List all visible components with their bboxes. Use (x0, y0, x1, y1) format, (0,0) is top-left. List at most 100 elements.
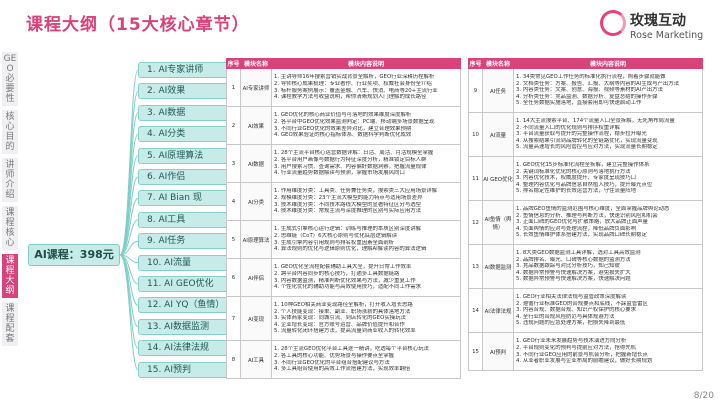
description-line: 1. GEO行业未来发展趋势与技术演进方向分析 (516, 338, 627, 345)
header-no: 序号 (226, 58, 241, 69)
row-number: 15 (468, 332, 483, 371)
module-name: AI原理算法 (240, 220, 272, 259)
mindmap-topic[interactable]: 11. AI GEO优化 (138, 276, 234, 292)
description-line: 1. 作用维度分类：工具类、任务兼任务类，搜索类三大应用场景详解 (274, 188, 438, 195)
row-number: 4 (226, 182, 241, 221)
table-row: 13 AI数据监测 1. 8大类GEO数据监测工具详解，选对工具高效监测 2. 品牌排… (468, 244, 703, 289)
table-row: 2 AI效果 1. GEO优化的核心商业价值与可落地的效果维度深度解析 2. 各平台中… (226, 106, 461, 145)
mindmap-topic[interactable]: 3. AI数据 (138, 104, 234, 121)
mindmap-root[interactable]: AI课程：398元 (28, 244, 120, 266)
row-number: 5 (226, 220, 241, 259)
description-line: 3. 竞品数据跟踪与对比分析技巧，知己知彼 (516, 263, 620, 270)
description-line: 4. 技术维度分类：常规主流与深度推理的区别与实际应用方法 (274, 208, 422, 215)
mindmap-topic[interactable]: 2. AI效果 (138, 83, 234, 100)
row-number: 14 (468, 288, 483, 333)
mindmap-topic[interactable]: 15. AI预判 (138, 361, 234, 378)
description-line: 3. 用户搜索习惯、查询需求、内容偏好数据洞察，把握流量规律 (274, 163, 427, 170)
module-description: 1. 作用维度分类：工具类、任务兼任务类，搜索类三大应用场景详解 2. 规模维度分… (271, 182, 461, 221)
description-line: 2. 品牌排名、曝光、口碑等核心数据的监测方法 (516, 256, 631, 263)
mindmap-topic[interactable]: 1. AI专家讲师 (138, 62, 234, 78)
description-line: 3. 不同行业GEO应用的前景与机会分析，把握新增长点 (516, 351, 648, 358)
module-name: AI效果 (240, 106, 272, 145)
table-row: 3 AI数据 1. 28个主流平台核心运营数据详解：日活、周活、月活规模全掌握 2. … (226, 144, 461, 183)
header-name: 模块名称 (482, 58, 514, 69)
mindmap-topic[interactable]: 7. AI Bian 现 (138, 190, 234, 207)
description-line: 2. 文档类任务：方案、报告、汇报、大纲等内容的AI生成与产出方法 (516, 80, 680, 87)
description-line: 1. 生成式引擎核心运行逻辑：训练与推理的本质区别深度讲解 (274, 226, 422, 233)
module-name: AI变现 (240, 296, 272, 341)
table-row: 5 AI原理算法 1. 生成式引擎核心运行逻辑：训练与推理的本质区别深度讲解 2. 思… (226, 220, 461, 259)
row-number: 10 (468, 112, 483, 157)
description-line: 3. 不同行业GEO优化的效果差异对比，建立合理效果预期 (274, 125, 412, 132)
description-line: 1. 主讲导师16年搜索营销实战背景全解析，GEO行业深耕历程解析 (274, 74, 435, 81)
row-number: 7 (226, 296, 241, 341)
table-row: 1 AI专家讲师 1. 主讲导师16年搜索营销实战背景全解析，GEO行业深耕历程解析… (226, 68, 461, 107)
table-row: 10 AI流量 1. 14大主流搜索平台、174个流量入口全景拆解，无死角布局流量 2… (468, 112, 703, 157)
description-line: 2. 导师核心成果梳理：专业著作、行业奖项、权威社会身份全介绍 (274, 80, 432, 87)
description-line: 5. 流量转化闭环搭建方法，提高流量到商业收入的转化效率 (274, 328, 416, 335)
description-line: 2. 各平台中GEO优化效果监测判定：PC端、移动端多场景数据呈现 (274, 118, 435, 125)
module-name: AI鱼情（舆情） (482, 200, 514, 245)
description-line: 5. 排名稳定性维护的长效运营方法，守住流量阵地 (516, 188, 637, 195)
module-name: AI专家讲师 (240, 68, 272, 107)
description-line: 1. GEO优化的核心商业价值与可落地的效果维度深度解析 (274, 112, 412, 119)
mindmap-topic[interactable]: 12. AI YQ（鱼情） (138, 297, 234, 314)
connector-line (119, 254, 139, 371)
module-description: 1. 28个主流GEO优化平台工具逐一精讲，吃透每个平台核心玩法 2. 各工具的核… (271, 340, 461, 379)
header-desc: 模块内容说明 (271, 58, 461, 69)
mindmap-topic[interactable]: 13. AI数据监测 (138, 318, 234, 335)
module-name: AI任务 (482, 68, 514, 113)
description-line: 3. 平台流量获取与提升的完整操作流程，稳步拉升曝光 (516, 131, 647, 138)
table-row: 7 AI变现 1. 10种GEO相关商业变现路径全解析，打开收入增长思路 2. 个人技… (226, 296, 461, 341)
description-line: 5. 流量高速增长的风险管控与应对方法，实现流量长期稳定 (516, 144, 658, 151)
mindmap-topic[interactable]: 10. AI流量 (138, 254, 234, 271)
row-number: 3 (226, 144, 241, 183)
description-line: 4. 从搜索结果引流到品牌转化的全链路优化，实现流量变现 (516, 137, 658, 144)
mindmap-topic[interactable]: 8. AI工具 (138, 211, 234, 228)
description-line: 4. 分析类任务：竞品监测、数据分析、复盘总结的操作步骤 (516, 93, 658, 100)
description-line: 5. 全任务数据实施落地，直接套用即可快速启动工作 (516, 100, 642, 107)
description-line: 2. 不同流量入口的优化规则与排序权重详解 (516, 124, 620, 131)
module-description: 1. GEO优化的核心商业价值与可落地的效果维度深度解析 2. 各平台中GEO优化… (271, 106, 461, 145)
description-line: 2. 遵循行业标准GEO的合规要点和底线，不踩监管雷区 (516, 300, 648, 307)
description-line: 2. 各工具的核心功能、优势场景与操作要点全掌握 (274, 352, 395, 359)
module-name: AI工具 (240, 340, 272, 379)
module-name: AI流量 (482, 112, 514, 157)
table-row: 8 AI工具 1. 28个主流GEO优化平台工具逐一精讲，吃透每个平台核心玩法 2. … (226, 340, 461, 379)
mindmap-topic[interactable]: 9. AI任务 (138, 233, 234, 250)
description-line: 3. 内容数据监测，精准判断优化效果与方法，减少重复工作 (274, 277, 416, 284)
row-number: 11 (468, 156, 483, 201)
outline-table-left: 序号 模块名称 模块内容说明 1 AI专家讲师 1. 主讲导师16年搜索营销实战背景… (226, 58, 461, 379)
mindmap-topic[interactable]: 14. AI法律法规 (138, 340, 234, 357)
description-line: 2. 关键词标准化优化的核心原则与落地执行方法 (516, 168, 631, 175)
description-line: 1. 34类常见GEO工作任务的标准化执行流程，照着步骤就能做 (516, 74, 666, 81)
description-line: 1. 28个主流GEO优化平台工具逐一精讲，吃透每个平台核心玩法 (274, 346, 429, 353)
module-name: AI法律法规 (482, 288, 514, 333)
module-description: 1. 28个主流平台核心运营数据详解：日活、周活、月活规模全掌握 2. 各平台用户… (271, 144, 461, 183)
table-row: 12 AI鱼情（舆情） 1. 品牌GEO鱼情的监测范围与核心维度，全面掌握品牌舆论动… (468, 200, 703, 245)
description-line: 1. GEO优化15步标准化流程全拆解，建立完整操作体系 (516, 162, 650, 169)
mindmap-topic[interactable]: 5. AI原理算法 (138, 147, 234, 164)
row-number: 6 (226, 258, 241, 297)
description-line: 1. 14大主流搜索平台、174个流量入口全景拆解，无死角布局流量 (516, 118, 675, 125)
description-line: 5. 数据异常预警与快速解决方案，快速解决问题 (516, 276, 631, 283)
table-row: 6 AI伴侣 1. GEO优化全流程配套辅助工具大全，提升日常工作效率 2. 跨平台内… (226, 258, 461, 297)
description-line: 4. 数据异常预警与快速解决方案，避免损失扩大 (516, 269, 631, 276)
description-line: 4. 整理内容优化与品牌信息自然植入技巧，提升曝光点位 (516, 181, 653, 188)
description-line: 3. 不同行业GEO优化的平台组合搭配建议与方法 (274, 359, 390, 366)
description-line: 3. 标杆服务案例展示：覆盖金融、汽车、快消、电商等20+主流行业 (274, 87, 438, 94)
description-line: 2. 跨平台内容同步的核心技巧，打通多工具数据链路 (274, 270, 400, 277)
description-line: 4. 从业者职业发展与企业布局的前瞻建议，做好长期规划 (516, 358, 653, 365)
module-description: 1. GEO优化全流程配套辅助工具大全，提升日常工作效率 2. 跨平台内容同步的核… (271, 258, 461, 297)
mindmap-topic[interactable]: 6. AI作侣 (138, 169, 234, 185)
table-row: 15 AI预判 1. GEO行业未来发展趋势与技术演进方向分析 2. 平台规则变化的预… (468, 332, 703, 371)
description-line: 4. 行业流量趋势数据解读与预测，掌握市场发展风向口 (274, 170, 405, 177)
description-line: 3. 技术维度分类：不同技术路线大模型的显著特征区分与选型 (274, 201, 422, 208)
header-desc: 模块内容说明 (513, 58, 703, 69)
description-line: 4. 全行业的合规风险防范与具体规避方法 (516, 313, 615, 320)
header-name: 模块名称 (240, 58, 272, 69)
mindmap-topic[interactable]: 4. AI分类 (138, 126, 234, 143)
module-name: AI GEO优化 (482, 156, 514, 201)
module-description: 1. GEO行业相关法律法规与监管政策深度解读 2. 遵循行业标准GEO的合规要点… (513, 288, 703, 333)
module-description: 1. 10种GEO相关商业变现路径全解析，打开收入增长思路 2. 个人技能变现：接… (271, 296, 461, 341)
